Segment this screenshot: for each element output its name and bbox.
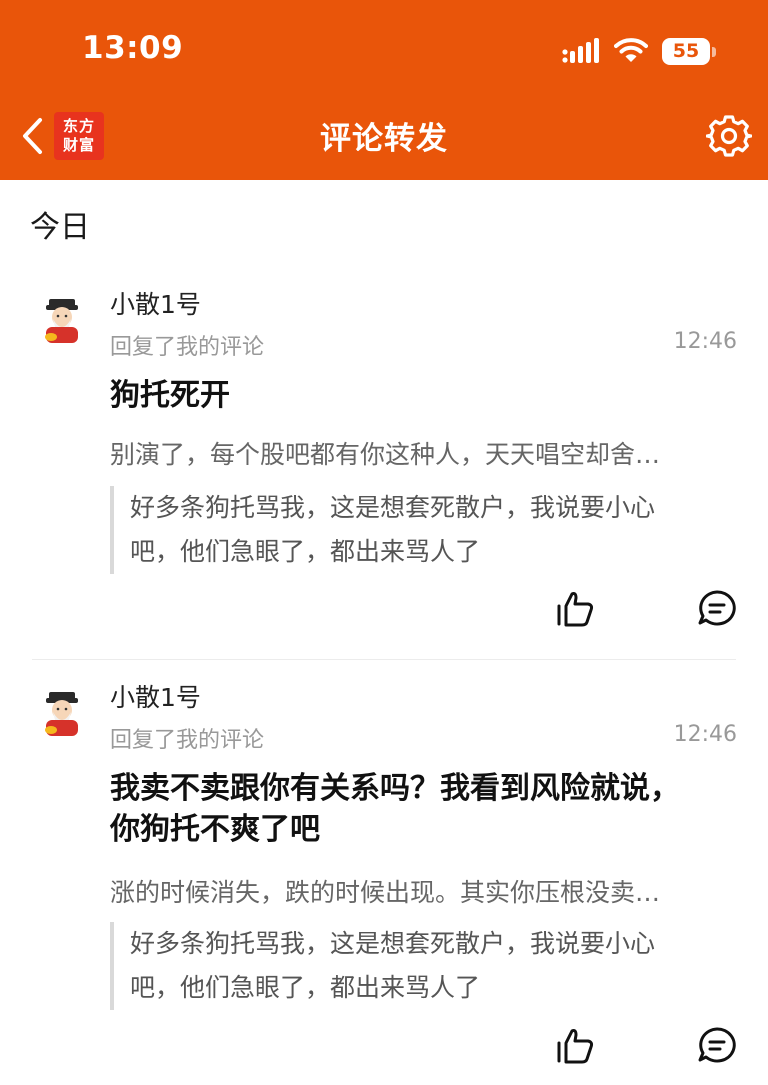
section-today-label: 今日 xyxy=(30,210,90,245)
battery-cap xyxy=(712,47,716,57)
battery-indicator: 55 xyxy=(662,38,710,65)
avatar[interactable] xyxy=(38,690,86,738)
username[interactable]: 小散1号 xyxy=(110,285,201,321)
avatar[interactable] xyxy=(38,297,86,345)
comment-bubble-icon[interactable] xyxy=(697,589,737,629)
top-bar: 13:09 55 东方 财富 评论转发 xyxy=(0,0,768,180)
action-text: 回复了我的评论 xyxy=(110,728,265,753)
comment-title[interactable]: 狗托死开 xyxy=(110,375,730,416)
comment-preview[interactable]: 涨的时候消失，跌的时候出现。其实你压根没卖… xyxy=(110,873,720,909)
timestamp: 12:46 xyxy=(673,722,737,747)
cellular-signal-icon xyxy=(562,38,599,63)
action-text: 回复了我的评论 xyxy=(110,335,265,360)
comment-title[interactable]: 我卖不卖跟你有关系吗？我看到风险就说， 你狗托不爽了吧 xyxy=(110,768,730,850)
comment-title-line: 我卖不卖跟你有关系吗？我看到风险就说， xyxy=(110,771,680,806)
wifi-icon xyxy=(614,38,648,62)
username[interactable]: 小散1号 xyxy=(110,678,201,714)
quoted-comment[interactable]: 好多条狗托骂我，这是想套死散户，我说要小心 吧，他们急眼了，都出来骂人了 xyxy=(110,922,710,1010)
quote-line: 吧，他们急眼了，都出来骂人了 xyxy=(130,973,481,1002)
timestamp: 12:46 xyxy=(673,329,737,354)
comment-preview[interactable]: 别演了，每个股吧都有你这种人，天天唱空却舍… xyxy=(110,435,720,471)
thumbs-up-icon[interactable] xyxy=(556,589,596,629)
quote-line: 吧，他们急眼了，都出来骂人了 xyxy=(130,537,481,566)
divider xyxy=(32,659,736,660)
page-title: 评论转发 xyxy=(320,121,448,157)
quoted-comment[interactable]: 好多条狗托骂我，这是想套死散户，我说要小心 吧，他们急眼了，都出来骂人了 xyxy=(110,486,710,574)
thumbs-up-icon[interactable] xyxy=(556,1026,596,1066)
quote-line: 好多条狗托骂我，这是想套死散户，我说要小心 xyxy=(130,929,656,958)
comment-title-line: 你狗托不爽了吧 xyxy=(110,812,320,847)
notification-card[interactable]: 小散1号 回复了我的评论 12:46 我卖不卖跟你有关系吗？我看到风险就说， 你… xyxy=(0,676,768,1066)
quote-line: 好多条狗托骂我，这是想套死散户，我说要小心 xyxy=(130,493,656,522)
status-time: 13:09 xyxy=(82,30,184,66)
comment-bubble-icon[interactable] xyxy=(697,1026,737,1066)
notification-card[interactable]: 小散1号 回复了我的评论 12:46 狗托死开 别演了，每个股吧都有你这种人，天… xyxy=(0,283,768,673)
gear-icon[interactable] xyxy=(706,113,752,159)
